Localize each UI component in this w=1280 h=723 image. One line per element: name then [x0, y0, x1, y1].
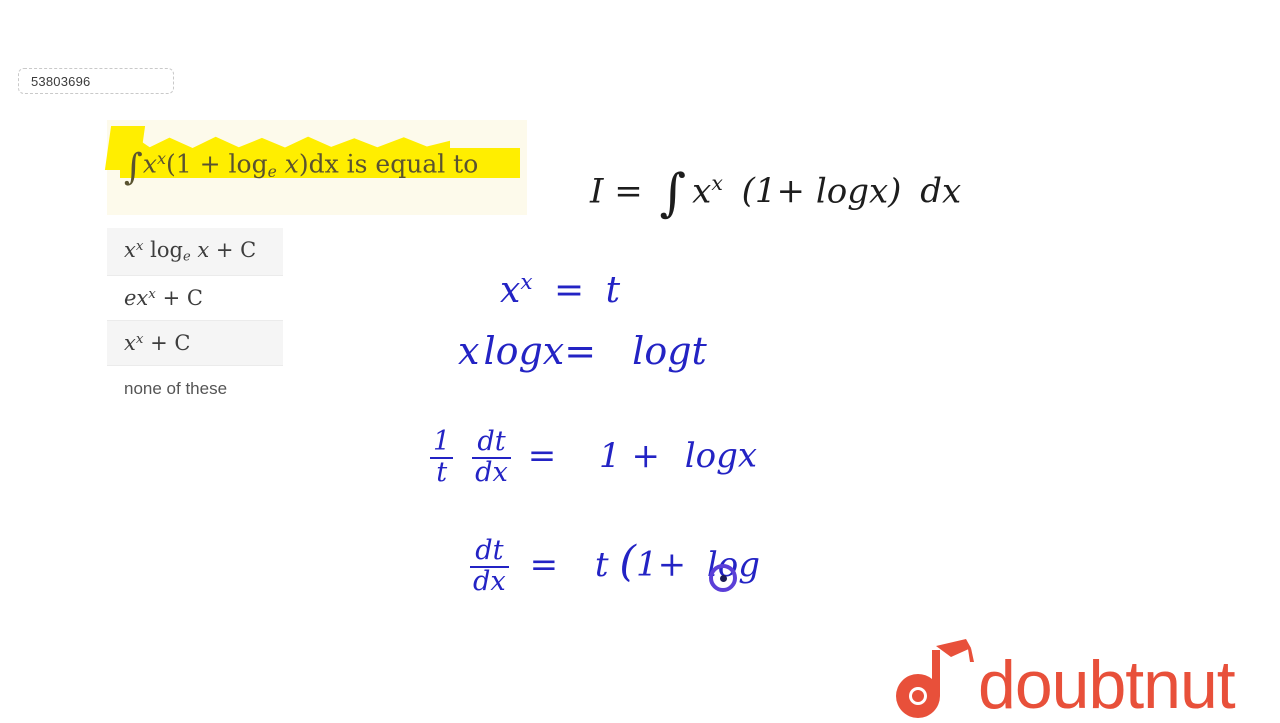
solution-line-2: xx = t	[500, 272, 620, 309]
solution-line-4: 1 t dt dx = 1 + logx	[430, 426, 758, 488]
question-id-chip: 53803696	[18, 68, 174, 94]
question-base: x	[142, 149, 157, 179]
option-2-tail: + C	[162, 285, 203, 310]
doubtnut-d-icon	[896, 634, 974, 718]
option-4[interactable]: none of these	[107, 365, 283, 409]
solution-l5-one: 1+	[635, 544, 687, 585]
solution-l5-t: t	[594, 544, 609, 585]
option-1-tail: + C	[215, 238, 257, 262]
solution-l4-f1-den: t	[430, 456, 454, 488]
solution-l5-equals: =	[529, 544, 559, 585]
question-open-paren: (1 + log	[166, 149, 268, 179]
pen-tip-dot	[719, 574, 727, 582]
solution-l1-close: )	[888, 171, 902, 212]
options-list: xx loge x + C exx + C xx + C none of the…	[107, 228, 283, 409]
solution-l1-open: (1+	[741, 171, 806, 212]
solution-l1-base: x	[692, 171, 712, 212]
solution-l1-dvar: x	[941, 171, 962, 212]
solution-l3-equals: =	[564, 329, 597, 373]
option-2-exponent: x	[148, 286, 156, 302]
solution-l4-frac-1-over-t: 1 t	[430, 426, 454, 488]
option-1[interactable]: xx loge x + C	[107, 228, 283, 275]
solution-l2-equals: =	[553, 269, 585, 311]
option-1-log-base: e	[182, 249, 191, 265]
solution-line-3: x logx= logt	[458, 332, 707, 370]
option-2-lead: ex	[124, 285, 149, 310]
solution-l4-f2-num: dt	[477, 426, 506, 457]
question-var: x	[284, 149, 299, 179]
option-2[interactable]: exx + C	[107, 275, 283, 320]
solution-l3-x: x	[458, 329, 480, 373]
option-1-log: log	[150, 238, 183, 262]
solution-l3-var1: x	[542, 329, 565, 373]
solution-l2-rhs: t	[605, 269, 621, 311]
solution-l1-exponent: x	[711, 171, 723, 196]
solution-l5-den: dx	[470, 565, 509, 597]
question-panel: ∫xx(1 + loge x)dx is equal to	[107, 120, 527, 215]
pen-position-marker-icon	[709, 564, 737, 592]
question-text: ∫xx(1 + loge x)dx is equal to	[124, 149, 478, 185]
doubtnut-logo: doubtnut	[896, 634, 1236, 723]
option-3-lead: x	[124, 330, 136, 355]
solution-l4-f1-num: 1	[433, 426, 451, 457]
solution-l3-var2: t	[691, 329, 707, 373]
solution-l2-base: x	[500, 269, 521, 311]
solution-l1-equals: =	[614, 171, 643, 212]
doubtnut-mark-svg	[896, 639, 974, 718]
solution-l3-log2: log	[632, 329, 692, 373]
option-3-exponent: x	[135, 331, 144, 347]
option-3[interactable]: xx + C	[107, 320, 283, 365]
solution-l4-log: log	[684, 435, 738, 476]
solution-l3-log1: log	[483, 329, 543, 373]
solution-l4-frac-dt-dx: dt dx	[472, 426, 511, 488]
solution-l4-one: 1 +	[599, 435, 660, 476]
integral-sign: ∫	[124, 145, 143, 189]
solution-l4-equals: =	[527, 435, 557, 476]
option-1-base: x	[124, 238, 136, 262]
option-1-exponent: x	[135, 239, 144, 255]
doubtnut-wordmark: doubtnut	[978, 647, 1236, 723]
option-1-var: x	[197, 238, 210, 262]
solution-l4-var: x	[737, 435, 758, 476]
option-3-tail: + C	[150, 330, 191, 355]
solution-l4-f2-den: dx	[472, 456, 511, 488]
question-exponent: x	[157, 149, 167, 169]
question-log-base: e	[267, 163, 277, 182]
solution-l1-var: x	[868, 171, 889, 212]
solution-l1-log: log	[815, 171, 869, 212]
question-id-value: 53803696	[31, 73, 91, 89]
solution-l1-lhs: I	[590, 171, 604, 212]
solution-l5-frac-dt-dx: dt dx	[470, 535, 509, 597]
solution-l1-d: d	[920, 171, 942, 212]
solution-l1-integral: ∫	[659, 164, 687, 223]
solution-l2-exponent: x	[520, 270, 533, 295]
question-tail: )dx is equal to	[298, 149, 479, 179]
solution-l5-num: dt	[475, 535, 504, 566]
solution-line-1: I = ∫ xx (1+ logx) dx	[590, 168, 961, 219]
solution-l5-paren: (	[619, 537, 636, 587]
